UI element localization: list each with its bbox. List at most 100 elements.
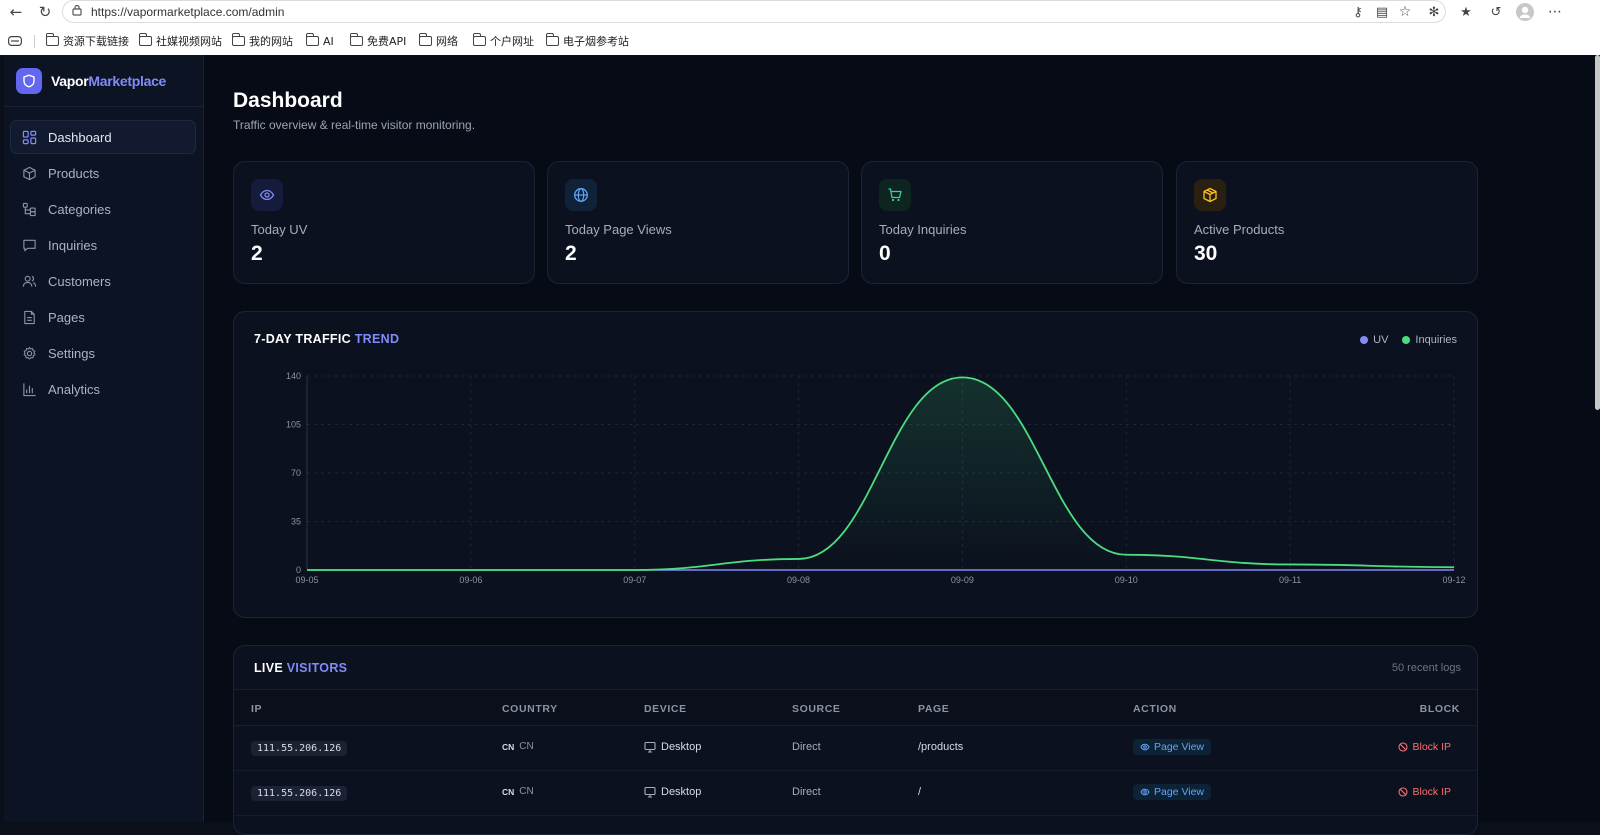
bookmark-item[interactable]: 网络 (419, 33, 458, 49)
main-content: Dashboard Traffic overview & real-time v… (204, 55, 1600, 835)
x-tick-label: 09-10 (1115, 575, 1138, 585)
x-tick-label: 09-12 (1442, 575, 1465, 585)
history-icon[interactable]: ↺ (1486, 2, 1506, 22)
page-scrollbar[interactable] (1595, 55, 1600, 410)
stat-label: Today UV (251, 222, 308, 237)
inquiries-area (307, 377, 1454, 570)
sidebar-item-label: Settings (48, 345, 95, 361)
sidebar-item-label: Categories (48, 201, 111, 217)
sidebar-item-pages[interactable]: Pages (10, 300, 196, 334)
legend-item-uv[interactable]: UV (1360, 334, 1388, 346)
address-bar[interactable]: https://vapormarketplace.com/admin (62, 0, 1446, 23)
bookmarks-divider (34, 35, 35, 48)
block-ip-button[interactable]: Block IP (1398, 741, 1451, 753)
page-cell: /products (918, 741, 964, 753)
y-tick-label: 105 (286, 420, 301, 430)
bookmark-item[interactable]: AI (306, 33, 334, 49)
monitor-icon (644, 741, 656, 753)
folder-icon (546, 33, 559, 46)
block-ip-button[interactable]: Block IP (1398, 786, 1451, 798)
brand[interactable]: VaporMarketplace (16, 68, 166, 94)
x-tick-label: 09-05 (295, 575, 318, 585)
country-cell: CN CN (502, 786, 534, 797)
package-icon (1194, 179, 1226, 211)
table-row: 111.55.206.126 CN CN Desktop Direct /prod… (234, 726, 1477, 771)
sidebar-item-label: Inquiries (48, 237, 98, 253)
ip-cell: 111.55.206.126 (251, 786, 348, 801)
back-arrow-icon[interactable]: ← (6, 2, 26, 22)
live-visitors-card: LIVE VISITORS 50 recent logs IP COUNTRY … (233, 645, 1478, 835)
visitors-title: LIVE VISITORS (254, 661, 348, 675)
brand-name: VaporMarketplace (51, 73, 167, 89)
eye-icon (1140, 788, 1150, 796)
key-icon[interactable]: ⚷ (1348, 2, 1368, 22)
traffic-chart: 0 35 70 105 140 09-05 09-06 09-07 09-08 09-09 09-1… (286, 371, 1466, 585)
profile-avatar[interactable] (1515, 2, 1535, 22)
sidebar-item-label: Customers (48, 273, 111, 289)
bookmarks-toggle-icon[interactable] (8, 33, 22, 49)
folder-icon (473, 33, 486, 46)
table-header: IP COUNTRY DEVICE SOURCE PAGE ACTION BLO… (234, 690, 1477, 726)
bookmark-item[interactable]: 个户网址 (473, 33, 534, 49)
bookmark-item[interactable]: 我的网站 (232, 33, 293, 49)
bookmark-item[interactable]: 免费API (350, 33, 406, 49)
sidebar-item-dashboard[interactable]: Dashboard (10, 120, 196, 154)
admin-app: VaporMarketplace Dashboard Products Cate… (4, 55, 1600, 835)
url-text: https://vapormarketplace.com/admin (91, 5, 285, 19)
page-cell: / (918, 786, 922, 798)
sidebar-item-customers[interactable]: Customers (10, 264, 196, 298)
visitors-header: LIVE VISITORS 50 recent logs (234, 646, 1477, 690)
x-tick-label: 09-09 (951, 575, 974, 585)
action-badge: Page View (1133, 784, 1212, 800)
sidebar-item-analytics[interactable]: Analytics (10, 372, 196, 406)
stat-label: Active Products (1194, 222, 1285, 237)
x-tick-label: 09-07 (623, 575, 646, 585)
legend-dot (1402, 336, 1411, 344)
reload-icon[interactable]: ↻ (35, 2, 55, 22)
reader-icon[interactable]: ▤ (1372, 2, 1392, 22)
device-cell: Desktop (644, 741, 701, 753)
more-menu-icon[interactable]: ⋯ (1545, 2, 1565, 22)
y-tick-label: 35 (291, 517, 301, 527)
sidebar-item-inquiries[interactable]: Inquiries (10, 228, 196, 262)
box-icon (23, 166, 36, 180)
legend-dot (1360, 336, 1369, 344)
bar-chart-icon (23, 382, 36, 396)
y-tick-label: 0 (296, 565, 301, 575)
stat-label: Today Inquiries (879, 222, 967, 237)
message-icon (23, 239, 36, 251)
recent-logs-count: 50 recent logs (1391, 662, 1461, 674)
bookmark-item[interactable]: 社媒视频网站 (139, 33, 222, 49)
action-badge: Page View (1133, 739, 1212, 755)
page-subtitle: Traffic overview & real-time visitor mon… (233, 118, 476, 132)
source-cell: Direct (792, 741, 821, 753)
stat-value: 0 (879, 242, 891, 265)
ip-cell: 111.55.206.126 (251, 741, 348, 756)
bookmark-item[interactable]: 资源下载链接 (46, 33, 129, 49)
sidebar-item-categories[interactable]: Categories (10, 192, 196, 226)
y-tick-label: 140 (286, 371, 301, 381)
sidebar-item-label: Products (48, 165, 100, 181)
x-tick-label: 09-08 (787, 575, 810, 585)
folder-icon (46, 33, 59, 46)
monitor-icon (644, 786, 656, 798)
eye-icon (251, 179, 283, 211)
star-icon[interactable]: ☆ (1395, 2, 1415, 22)
globe-icon (565, 179, 597, 211)
folder-icon (419, 33, 432, 46)
sidebar-item-settings[interactable]: Settings (10, 336, 196, 370)
action-cell: Page View (1133, 739, 1212, 755)
sidebar-item-label: Dashboard (48, 129, 112, 145)
extensions-icon[interactable]: ✻ (1424, 2, 1444, 22)
traffic-chart-card: 0 35 70 105 140 09-05 09-06 09-07 09-08 09-09 09-1… (233, 311, 1478, 618)
favorites-icon[interactable]: ★ (1456, 2, 1476, 22)
stat-card-today-uv: Today UV 2 (233, 161, 535, 284)
stat-card-inquiries: Today Inquiries 0 (861, 161, 1163, 284)
device-cell: Desktop (644, 786, 701, 798)
column-header-ip: IP (251, 703, 263, 715)
stat-label: Today Page Views (565, 222, 672, 237)
legend-item-inquiries[interactable]: Inquiries (1402, 334, 1457, 346)
sidebar-item-products[interactable]: Products (10, 156, 196, 190)
browser-chrome: ← ↻ https://vapormarketplace.com/admin ⚷… (0, 0, 1600, 55)
bookmark-item[interactable]: 电子烟参考站 (546, 33, 629, 49)
